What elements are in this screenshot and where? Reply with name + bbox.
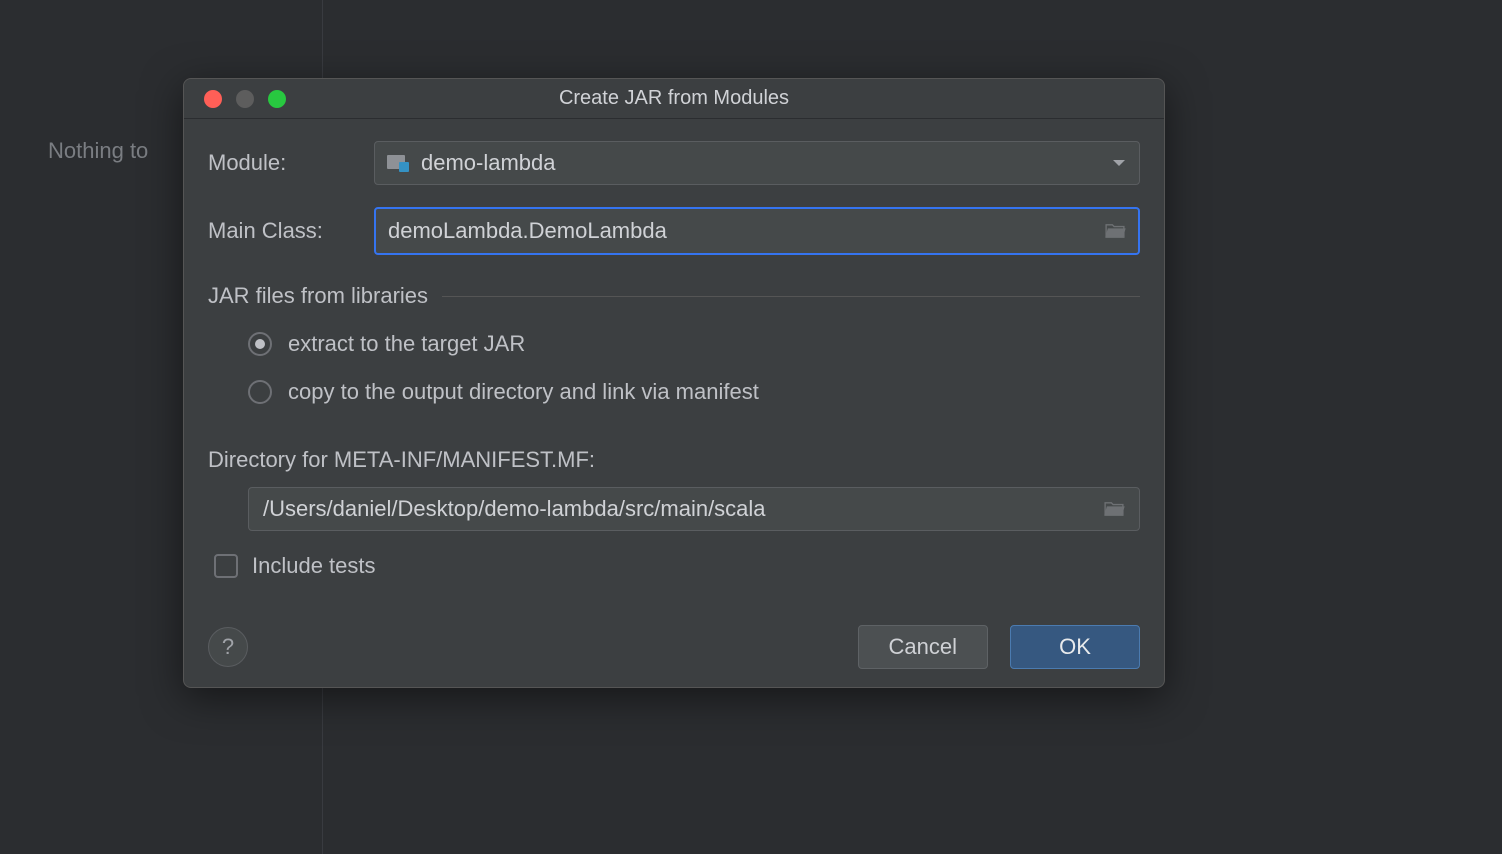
main-class-input[interactable]: demoLambda.DemoLambda [374, 207, 1140, 255]
module-dropdown[interactable]: demo-lambda [374, 141, 1140, 185]
module-label: Module: [208, 150, 374, 176]
main-class-row: Main Class: demoLambda.DemoLambda [208, 207, 1140, 255]
browse-icon[interactable] [1103, 501, 1125, 517]
include-tests-row[interactable]: Include tests [208, 553, 1140, 579]
include-tests-label: Include tests [252, 553, 376, 579]
radio-copy-label: copy to the output directory and link vi… [288, 379, 759, 405]
dialog-footer: ? Cancel OK [208, 625, 1140, 669]
module-icon [387, 154, 411, 172]
help-button[interactable]: ? [208, 627, 248, 667]
minimize-window-button[interactable] [236, 90, 254, 108]
libraries-radio-group: extract to the target JAR copy to the ou… [208, 331, 1140, 427]
main-class-value: demoLambda.DemoLambda [388, 218, 1104, 244]
help-icon: ? [222, 634, 234, 660]
cancel-button-label: Cancel [889, 634, 957, 660]
radio-copy[interactable] [248, 380, 272, 404]
libraries-section-title: JAR files from libraries [208, 283, 428, 309]
maximize-window-button[interactable] [268, 90, 286, 108]
include-tests-checkbox[interactable] [214, 554, 238, 578]
dialog-body: Module: demo-lambda Main Class: demoLamb… [184, 119, 1164, 687]
section-divider [442, 296, 1140, 297]
chevron-down-icon [1113, 160, 1125, 166]
browse-icon[interactable] [1104, 223, 1126, 239]
ok-button[interactable]: OK [1010, 625, 1140, 669]
module-row: Module: demo-lambda [208, 141, 1140, 185]
create-jar-dialog: Create JAR from Modules Module: demo-lam… [183, 78, 1165, 688]
radio-extract[interactable] [248, 332, 272, 356]
radio-extract-label: extract to the target JAR [288, 331, 525, 357]
close-window-button[interactable] [204, 90, 222, 108]
manifest-dir-value: /Users/daniel/Desktop/demo-lambda/src/ma… [263, 496, 1103, 522]
dialog-titlebar: Create JAR from Modules [184, 79, 1164, 119]
background-text: Nothing to [48, 138, 148, 164]
main-class-label: Main Class: [208, 218, 374, 244]
window-controls [184, 90, 286, 108]
radio-copy-row[interactable]: copy to the output directory and link vi… [248, 379, 1140, 405]
ok-button-label: OK [1059, 634, 1091, 660]
libraries-section-header: JAR files from libraries [208, 283, 1140, 309]
manifest-dir-label: Directory for META-INF/MANIFEST.MF: [208, 447, 1140, 473]
manifest-dir-input[interactable]: /Users/daniel/Desktop/demo-lambda/src/ma… [248, 487, 1140, 531]
radio-extract-row[interactable]: extract to the target JAR [248, 331, 1140, 357]
cancel-button[interactable]: Cancel [858, 625, 988, 669]
module-value: demo-lambda [421, 150, 556, 176]
dialog-title: Create JAR from Modules [184, 87, 1164, 110]
